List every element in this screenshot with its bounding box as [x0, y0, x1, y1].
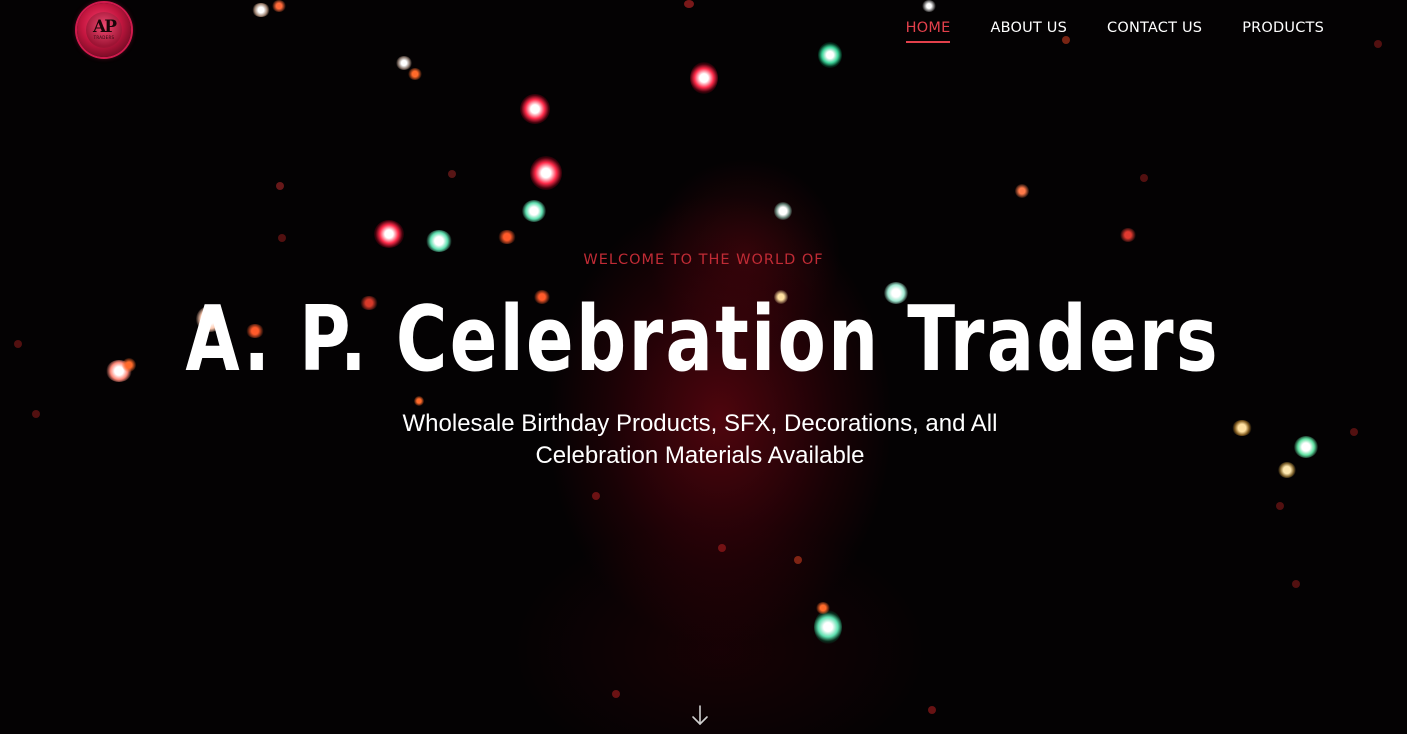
nav-products[interactable]: PRODUCTS	[1242, 20, 1324, 43]
main-nav: HOME ABOUT US CONTACT US PRODUCTS	[905, 20, 1324, 43]
arrow-down-icon[interactable]	[689, 703, 711, 729]
nav-home[interactable]: HOME	[905, 20, 951, 43]
hero-eyebrow: WELCOME TO THE WORLD OF	[583, 252, 824, 268]
nav-contact-us[interactable]: CONTACT US	[1107, 20, 1202, 43]
nav-about-us[interactable]: ABOUT US	[990, 20, 1067, 43]
logo-badge: AP TRADERS	[86, 12, 122, 48]
logo-sub: TRADERS	[93, 35, 115, 40]
hero-section: AP TRADERS HOME ABOUT US CONTACT US PROD…	[0, 0, 1407, 734]
brand-logo[interactable]: AP TRADERS	[77, 3, 131, 57]
hero-subtitle: Wholesale Birthday Products, SFX, Decora…	[402, 410, 998, 469]
logo-mark: AP	[93, 17, 117, 37]
hero-title: A. P. Celebration Traders	[185, 287, 1221, 392]
